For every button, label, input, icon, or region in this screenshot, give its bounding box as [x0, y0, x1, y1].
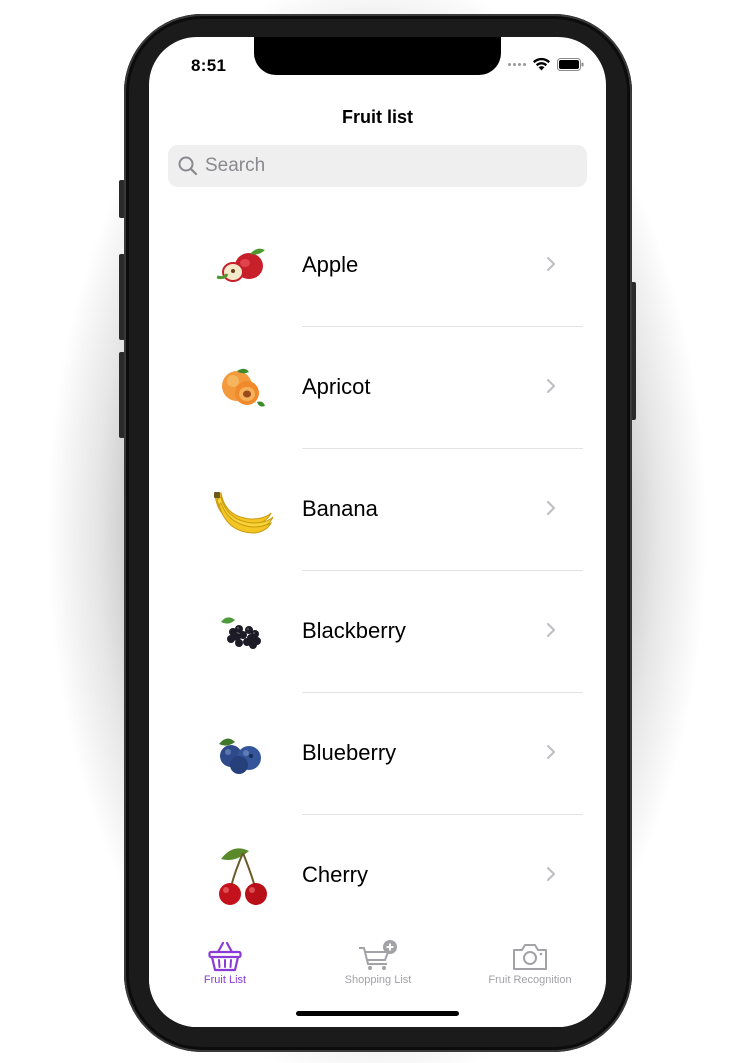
fruit-name: Apricot [302, 374, 371, 399]
cherry-image [211, 844, 275, 908]
camera-icon [513, 944, 547, 970]
fruit-name: Blackberry [302, 618, 406, 643]
chevron-right-icon [547, 257, 555, 271]
chevron-right-icon [547, 623, 555, 637]
battery-icon [557, 57, 584, 71]
list-item-apricot[interactable]: Apricot [149, 327, 606, 449]
blueberry-image [211, 722, 275, 786]
apricot-image [211, 356, 275, 420]
basket-icon [208, 941, 242, 972]
chevron-right-icon [547, 867, 555, 881]
home-indicator[interactable] [296, 1011, 459, 1016]
list-item-blueberry[interactable]: Blueberry [149, 693, 606, 815]
tab-fruit-list[interactable]: Fruit List [191, 938, 259, 986]
app-screen: 8:51 Fruit list Search Apple Apricot Ban… [149, 37, 606, 1027]
chevron-right-icon [547, 379, 555, 393]
status-icons [508, 57, 584, 71]
search-icon [178, 156, 198, 176]
apple-image [211, 234, 275, 298]
notch [254, 37, 501, 75]
list-item-apple[interactable]: Apple [149, 205, 606, 327]
fruit-name: Blueberry [302, 740, 397, 765]
search-bar[interactable] [168, 145, 587, 187]
tab-fruit-recognition[interactable]: Fruit Recognition [479, 938, 581, 986]
blackberry-image [211, 600, 275, 664]
list-item-blackberry[interactable]: Blackberry [149, 571, 606, 693]
fruit-name: Banana [302, 496, 378, 521]
page-title: Fruit list [342, 107, 413, 127]
tab-label: Fruit Recognition [488, 974, 572, 986]
chevron-right-icon [547, 501, 555, 515]
chevron-right-icon [547, 745, 555, 759]
list-item-cherry[interactable]: Cherry [149, 815, 606, 937]
fruit-name: Cherry [302, 862, 369, 887]
tab-shopping-list[interactable]: Shopping List [332, 938, 424, 986]
status-time: 8:51 [191, 56, 227, 75]
cellular-signal-icon [508, 62, 526, 66]
cart-plus-icon [359, 940, 397, 970]
search-input[interactable] [205, 155, 575, 177]
tab-label: Shopping List [344, 974, 412, 986]
tab-label: Fruit List [203, 974, 247, 986]
banana-image [211, 478, 275, 542]
list-item-banana[interactable]: Banana [149, 449, 606, 571]
wifi-icon [533, 57, 550, 71]
fruit-name: Apple [302, 252, 359, 277]
fruit-list: Apple Apricot Banana Blackberry Blueberr… [149, 205, 606, 937]
